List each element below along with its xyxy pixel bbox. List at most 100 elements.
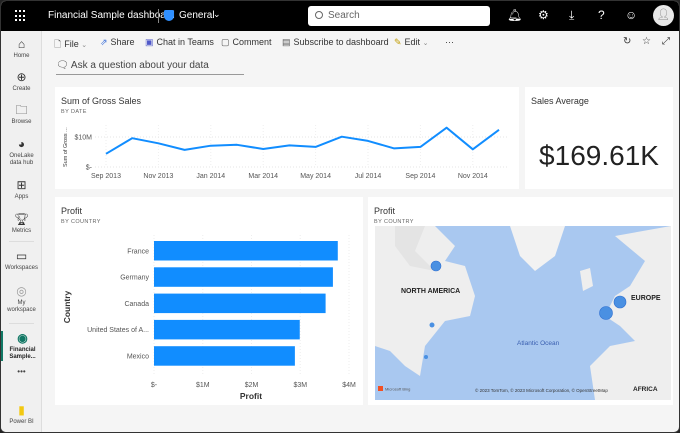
kpi-value: $169.61K [525, 140, 673, 172]
profit-bar-tile[interactable]: Profit BY COUNTRY $-$1M$2M$3M$4MFranceGe… [55, 197, 363, 405]
sidebar-item-browse[interactable]: 🗀Browse [1, 103, 42, 126]
bell-icon[interactable]: 🔔︎ [507, 8, 522, 22]
sidebar: ⌂Home ⊕Create 🗀Browse ◕OneLake data hub … [1, 31, 42, 433]
x-tick-label: $3M [293, 382, 307, 389]
chat-in-teams-button[interactable]: ▣Chat in Teams [145, 37, 214, 48]
category-label: Canada [124, 301, 149, 308]
category-label: Germany [120, 275, 149, 282]
tile-title: Sales Average [531, 96, 589, 106]
x-tick-label: Nov 2013 [143, 173, 173, 180]
apps-icon: ⊞ [1, 178, 42, 193]
edit-menu[interactable]: ✎Edit ⌄ [394, 37, 428, 48]
x-tick-label: $1M [196, 382, 210, 389]
avatar[interactable]: 👤︎ [653, 5, 674, 26]
star-icon[interactable]: ☆ [642, 36, 651, 47]
label-atlantic-ocean: Atlantic Ocean [517, 340, 560, 347]
search-placeholder: Search [328, 10, 360, 21]
x-tick-label: Jul 2014 [355, 173, 382, 180]
map[interactable]: NORTH AMERICA EUROPE Atlantic Ocean AFRI… [375, 226, 671, 400]
sidebar-item-create[interactable]: ⊕Create [1, 70, 42, 93]
sidebar-more-button[interactable]: ••• [1, 368, 42, 375]
map-bubble-france [600, 307, 613, 320]
label-africa: AFRICA [633, 386, 658, 393]
comment-icon: ▢ [221, 37, 230, 47]
person-icon: ◎ [5, 284, 38, 299]
tile-title: Profit [374, 206, 395, 216]
bar [154, 346, 295, 366]
divider [9, 323, 34, 324]
sales-average-tile[interactable]: Sales Average $169.61K [525, 87, 673, 189]
power-bi-brand[interactable]: ▮Power BI [1, 403, 42, 426]
trophy-icon: 🏆︎ [1, 212, 42, 227]
subscribe-icon: ▤ [282, 37, 291, 47]
search-input[interactable]: Search [308, 6, 490, 26]
app-launcher-icon[interactable] [15, 10, 27, 22]
x-tick-label: Sep 2014 [405, 173, 435, 180]
profit-map-tile[interactable]: Profit BY COUNTRY NORTH AMERICA EUROPE A… [368, 197, 673, 405]
map-bubble-usa [430, 323, 435, 328]
x-tick-label: Jan 2014 [196, 173, 225, 180]
folder-icon: 🗀 [1, 103, 42, 118]
category-label: Mexico [127, 353, 149, 360]
sidebar-item-onelake[interactable]: ◕OneLake data hub [1, 137, 42, 167]
line-chart: $- $10M Sum of Gross ... Sep 2013 Nov 2013 Ja… [55, 87, 519, 189]
refresh-icon[interactable]: ↻ [623, 36, 631, 47]
subscribe-button[interactable]: ▤Subscribe to dashboard [282, 37, 389, 48]
bar [154, 320, 300, 340]
map-bubble-mexico [424, 355, 428, 359]
x-tick-label: $2M [245, 382, 259, 389]
more-options-button[interactable]: ··· [445, 37, 454, 47]
map-attribution: © 2023 TomTom, © 2023 Microsoft Corporat… [475, 387, 608, 393]
gauge-icon: ◉ [6, 331, 39, 346]
divider [158, 9, 159, 23]
sidebar-item-my-workspace[interactable]: ◎My workspace [1, 284, 42, 314]
file-menu[interactable]: 🗋File ⌄ [54, 37, 87, 53]
plus-circle-icon: ⊕ [1, 70, 42, 85]
category-label: France [127, 248, 149, 255]
share-button[interactable]: ⇗Share [100, 37, 135, 48]
map-bubble-canada [431, 261, 441, 271]
microsoft-logo-icon [378, 386, 383, 391]
x-tick-label: $- [151, 382, 158, 389]
workspaces-icon: ▭ [1, 249, 42, 264]
x-tick-label: $4M [342, 382, 356, 389]
y-axis-label: Country [62, 290, 72, 323]
x-tick-label: Sep 2013 [91, 173, 121, 180]
home-icon: ⌂ [1, 37, 42, 52]
download-icon[interactable]: ⤓ [569, 8, 574, 23]
sidebar-item-workspaces[interactable]: ▭Workspaces [1, 249, 42, 272]
category-label: United States of A... [87, 327, 149, 334]
pencil-icon: ✎ [394, 37, 402, 47]
dashboard-title[interactable]: Financial Sample dashboard [48, 10, 175, 21]
y-axis-label: Sum of Gross ... [63, 127, 69, 167]
bar [154, 241, 338, 261]
x-tick-label: May 2014 [300, 173, 331, 180]
top-bar: Financial Sample dashboard General ⌄ Sea… [1, 1, 680, 31]
comment-button[interactable]: ▢Comment [221, 37, 272, 48]
gear-icon[interactable]: ⚙ [538, 8, 549, 22]
x-tick-label: Mar 2014 [248, 173, 278, 180]
bar-chart: $- $1M $2M $3M $4M France Germany Canada United … [55, 197, 363, 405]
bar [154, 267, 333, 287]
feedback-smiley-icon[interactable]: ☺ [625, 8, 637, 22]
y-tick-label: $- [86, 165, 93, 172]
y-tick-label: $10M [74, 135, 92, 142]
bar [154, 294, 326, 314]
map-bubble-germany [614, 296, 626, 308]
gross-sales-tile[interactable]: Sum of Gross Sales BY DATE $-$10MSum of … [55, 87, 519, 189]
qa-input[interactable]: 🗨︎ Ask a question about your data [56, 60, 244, 75]
sidebar-item-apps[interactable]: ⊞Apps [1, 178, 42, 201]
sidebar-item-financial-sample[interactable]: ◉Financial Sample... [1, 331, 42, 361]
help-icon[interactable]: ? [598, 8, 605, 22]
x-axis-label: Profit [240, 391, 262, 401]
workspace-label[interactable]: General [179, 10, 215, 21]
share-icon: ⇗ [100, 37, 108, 47]
sidebar-item-metrics[interactable]: 🏆︎Metrics [1, 212, 42, 235]
comment-icon: 🗨︎ [56, 60, 71, 71]
shield-icon [164, 10, 174, 21]
fullscreen-icon[interactable]: ⤢ [662, 36, 670, 47]
divider [9, 241, 34, 242]
teams-icon: ▣ [145, 37, 154, 47]
chevron-down-icon[interactable]: ⌄ [213, 9, 221, 20]
sidebar-item-home[interactable]: ⌂Home [1, 37, 42, 60]
